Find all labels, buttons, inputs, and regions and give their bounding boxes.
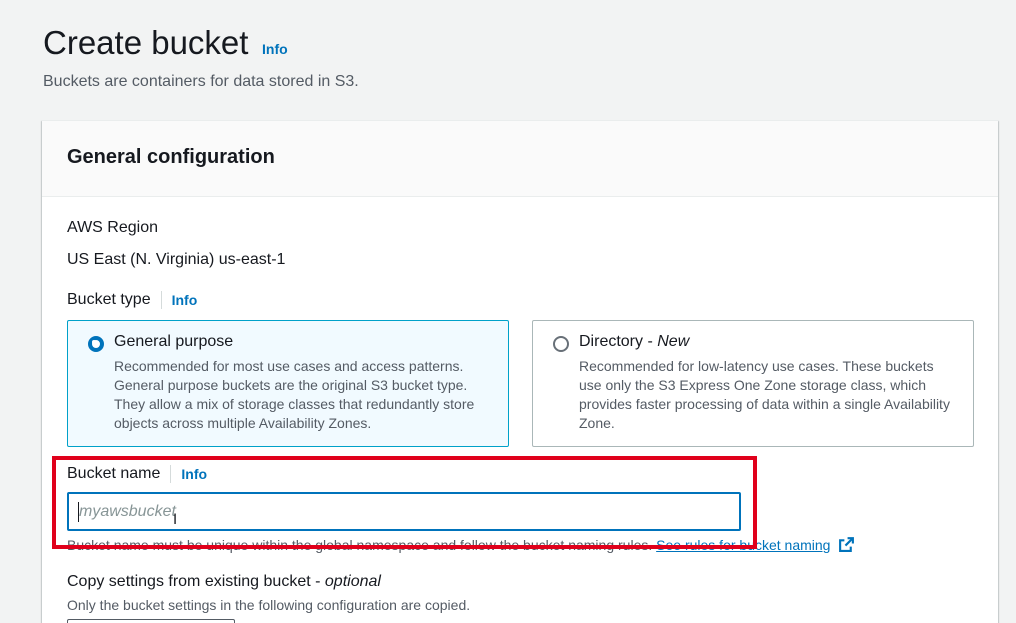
bucket-name-input-wrapper[interactable]: I bbox=[67, 492, 741, 531]
region-value: US East (N. Virginia) us-east-1 bbox=[67, 251, 286, 268]
directory-title-text: Directory - bbox=[579, 333, 658, 350]
bucket-type-general-purpose-card[interactable]: General purpose Recommended for most use… bbox=[67, 320, 509, 447]
external-link-icon[interactable] bbox=[838, 536, 855, 553]
region-label: AWS Region bbox=[67, 219, 158, 236]
directory-title: Directory - New bbox=[579, 333, 689, 351]
directory-description: Recommended for low-latency use cases. T… bbox=[579, 358, 950, 431]
panel-title: General configuration bbox=[67, 146, 275, 168]
copy-settings-label-text: Copy settings from existing bucket - bbox=[67, 573, 325, 590]
ibeam-cursor-icon: I bbox=[173, 512, 178, 528]
bucket-type-label-row: Bucket type Info bbox=[67, 291, 197, 309]
directory-new-label: New bbox=[657, 333, 690, 350]
general-purpose-title: General purpose bbox=[114, 333, 234, 350]
bucket-name-hint-text: Bucket name must be unique within the gl… bbox=[67, 537, 653, 553]
page-title: Create bucket bbox=[43, 24, 249, 61]
general-purpose-description: Recommended for most use cases and acces… bbox=[114, 358, 475, 431]
panel-header: General configuration bbox=[42, 121, 998, 197]
bucket-type-info-link[interactable]: Info bbox=[172, 292, 198, 308]
bucket-name-label: Bucket name bbox=[67, 465, 161, 482]
bucket-name-input[interactable] bbox=[69, 494, 739, 529]
bucket-type-directory-card[interactable]: Directory - New Recommended for low-late… bbox=[532, 320, 974, 447]
text-caret bbox=[78, 502, 79, 522]
general-configuration-panel: General configuration AWS Region US East… bbox=[42, 120, 998, 623]
page-subtitle: Buckets are containers for data stored i… bbox=[43, 73, 359, 90]
copy-settings-label: Copy settings from existing bucket - opt… bbox=[67, 573, 381, 591]
title-info-link[interactable]: Info bbox=[262, 41, 288, 57]
bucket-naming-rules-link[interactable]: See rules for bucket naming bbox=[656, 537, 830, 553]
bucket-name-label-row: Bucket name Info bbox=[67, 465, 207, 483]
directory-radio[interactable] bbox=[553, 336, 569, 352]
bucket-name-hint: Bucket name must be unique within the gl… bbox=[67, 536, 855, 553]
copy-settings-description: Only the bucket settings in the followin… bbox=[67, 597, 471, 613]
copy-settings-optional: optional bbox=[324, 573, 381, 590]
general-purpose-radio[interactable] bbox=[88, 336, 104, 352]
divider bbox=[170, 465, 172, 483]
bucket-type-label: Bucket type bbox=[67, 291, 151, 308]
bucket-name-info-link[interactable]: Info bbox=[181, 466, 207, 482]
choose-bucket-button[interactable] bbox=[67, 619, 235, 623]
divider bbox=[160, 291, 162, 309]
